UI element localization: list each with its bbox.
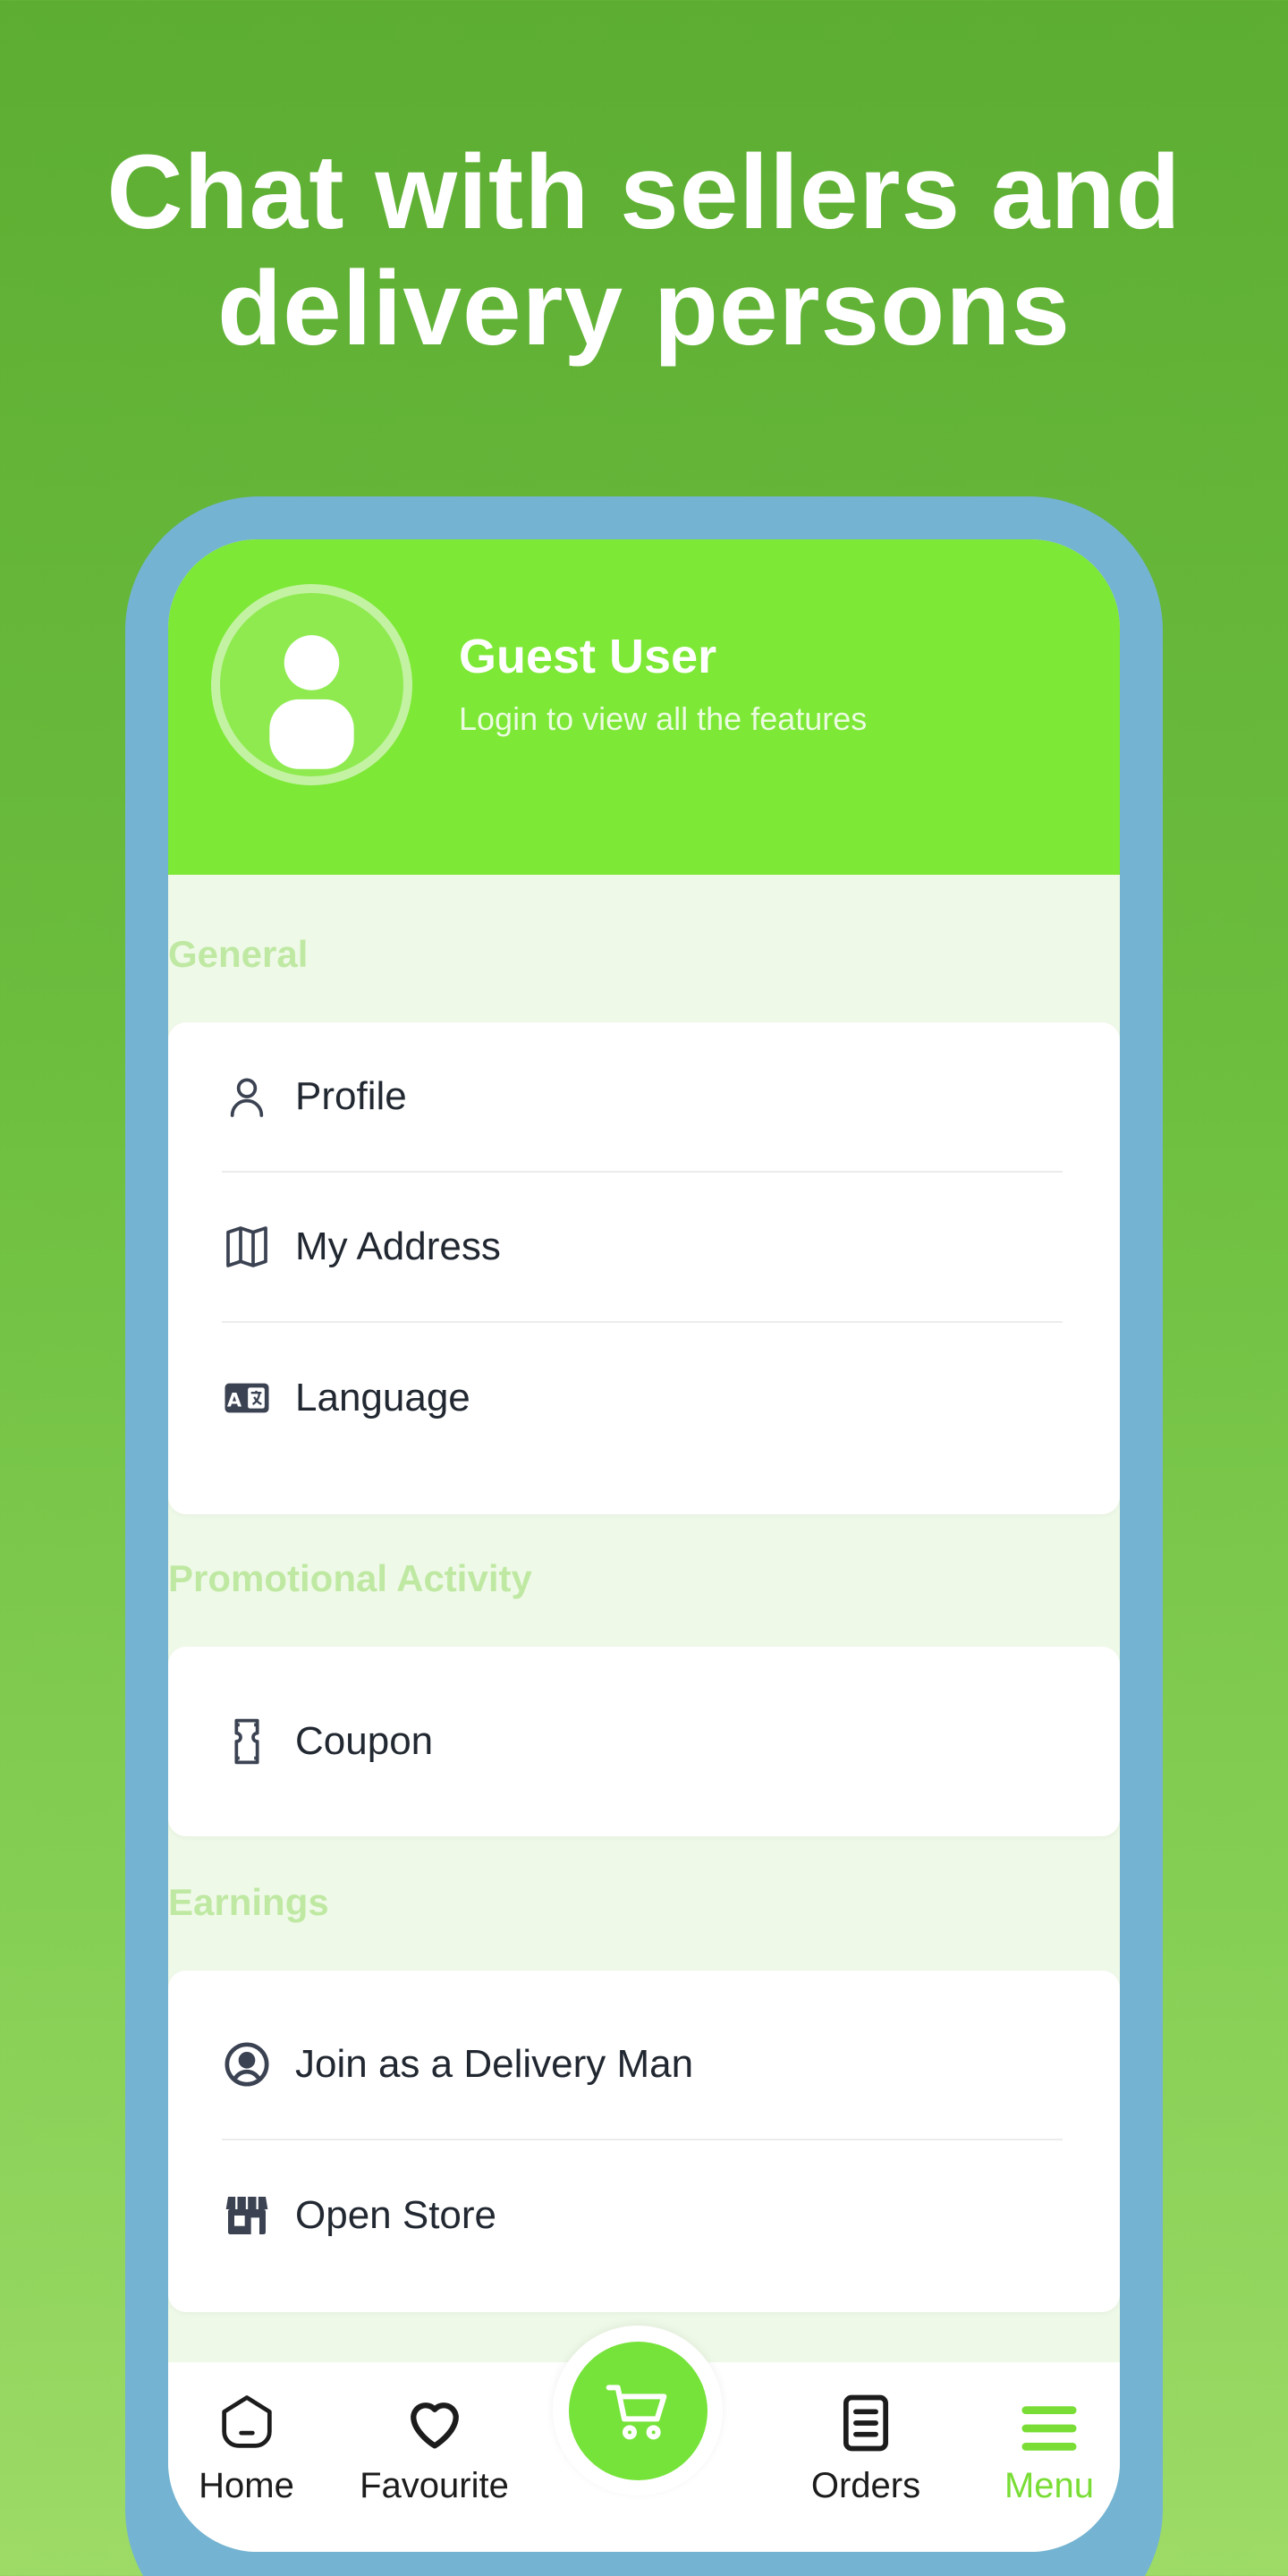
menu-item-label: Join as a Delivery Man [295, 2042, 694, 2086]
menu-item-language[interactable]: A Language [222, 1323, 1063, 1473]
menu-item-profile[interactable]: Profile [222, 1022, 1063, 1173]
promotional-card: Coupon [168, 1647, 1120, 1836]
cart-button[interactable] [569, 2342, 708, 2480]
avatar[interactable] [211, 584, 412, 785]
headline-line-2: delivery persons [217, 250, 1071, 368]
section-title-promotional: Promotional Activity [168, 1557, 532, 1599]
login-hint[interactable]: Login to view all the features [459, 700, 867, 738]
menu-item-join-delivery-man[interactable]: Join as a Delivery Man [222, 1990, 1063, 2140]
svg-text:A: A [227, 1389, 242, 1411]
menu-item-label: Profile [295, 1074, 407, 1118]
section-title-general: General [168, 933, 309, 975]
translate-icon: A [222, 1373, 272, 1423]
nav-orders[interactable]: Orders [794, 2389, 937, 2506]
nav-home-label: Home [199, 2466, 294, 2505]
hamburger-menu-icon [1021, 2406, 1077, 2451]
menu-item-label: Open Store [295, 2193, 497, 2237]
nav-favourite-label: Favourite [360, 2466, 509, 2505]
nav-favourite[interactable]: Favourite [356, 2389, 513, 2506]
coupon-icon [222, 1716, 272, 1767]
nav-orders-label: Orders [810, 2466, 921, 2505]
orders-icon [843, 2394, 889, 2452]
menu-item-my-address[interactable]: My Address [222, 1173, 1063, 1323]
menu-item-label: Language [295, 1376, 470, 1419]
person-icon [222, 1072, 272, 1122]
avatar-person-icon [269, 635, 354, 769]
user-name: Guest User [459, 630, 717, 683]
store-icon [222, 2190, 272, 2241]
headline: Chat with sellers and delivery persons [0, 134, 1288, 367]
phone-screen: Guest User Login to view all the feature… [168, 539, 1120, 2552]
nav-menu-label: Menu [1004, 2466, 1095, 2505]
menu-item-coupon[interactable]: Coupon [222, 1666, 1063, 1817]
map-icon [222, 1222, 272, 1272]
heart-icon [410, 2402, 459, 2449]
general-card: Profile My Address A Language [168, 1022, 1120, 1514]
user-circle-icon [222, 2039, 272, 2089]
cart-icon [606, 2384, 666, 2439]
home-icon [221, 2395, 272, 2448]
earnings-card: Join as a Delivery Man Open Store [168, 1970, 1120, 2312]
headline-line-1: Chat with sellers and [106, 133, 1182, 251]
menu-item-label: Coupon [295, 1719, 434, 1763]
nav-home[interactable]: Home [177, 2389, 316, 2506]
menu-item-label: My Address [295, 1224, 501, 1268]
profile-header[interactable]: Guest User Login to view all the feature… [168, 539, 1120, 875]
nav-menu[interactable]: Menu [982, 2400, 1116, 2506]
section-title-earnings: Earnings [168, 1881, 329, 1923]
menu-item-open-store[interactable]: Open Store [222, 2140, 1063, 2291]
